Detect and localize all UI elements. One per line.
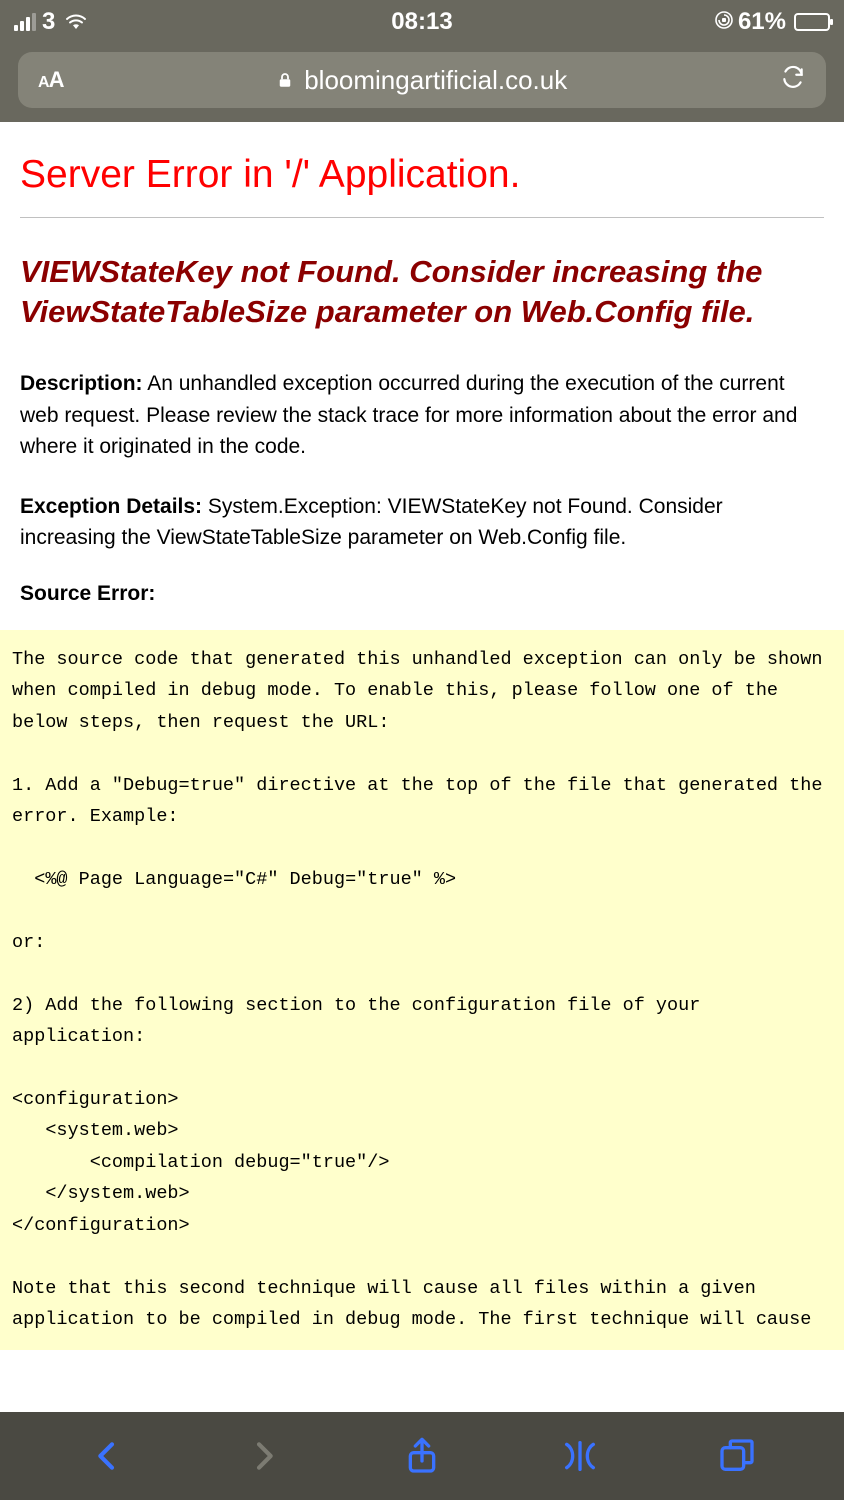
lock-icon bbox=[276, 65, 294, 96]
exception-label: Exception Details: bbox=[20, 495, 202, 518]
reload-button[interactable] bbox=[780, 65, 806, 96]
battery-pct: 61% bbox=[738, 8, 786, 36]
signal-icon bbox=[14, 13, 36, 31]
error-title: Server Error in '/' Application. bbox=[20, 152, 824, 199]
browser-chrome: AA bloomingartificial.co.uk bbox=[0, 44, 844, 122]
bookmarks-button[interactable] bbox=[560, 1436, 600, 1476]
status-left: 3 bbox=[14, 8, 87, 36]
description-label: Description: bbox=[20, 372, 143, 395]
back-button[interactable] bbox=[87, 1436, 127, 1476]
status-bar: 3 08:13 61% bbox=[0, 0, 844, 44]
error-subtitle: VIEWStateKey not Found. Consider increas… bbox=[20, 252, 824, 333]
battery-icon bbox=[794, 13, 830, 31]
wifi-icon bbox=[65, 8, 87, 36]
url-display[interactable]: bloomingartificial.co.uk bbox=[63, 65, 780, 96]
address-bar[interactable]: AA bloomingartificial.co.uk bbox=[18, 52, 826, 108]
divider bbox=[20, 217, 824, 218]
page-content[interactable]: Server Error in '/' Application. VIEWSta… bbox=[0, 122, 844, 1412]
tabs-button[interactable] bbox=[717, 1436, 757, 1476]
exception-paragraph: Exception Details: System.Exception: VIE… bbox=[20, 491, 824, 554]
share-button[interactable] bbox=[402, 1436, 442, 1476]
clock: 08:13 bbox=[391, 8, 452, 36]
source-code-block: The source code that generated this unha… bbox=[0, 630, 844, 1350]
status-right: 61% bbox=[714, 8, 830, 36]
source-error-label: Source Error: bbox=[20, 582, 824, 606]
rotation-lock-icon bbox=[714, 10, 734, 35]
domain-text: bloomingartificial.co.uk bbox=[304, 65, 567, 96]
forward-button[interactable] bbox=[244, 1436, 284, 1476]
carrier-label: 3 bbox=[42, 8, 55, 36]
browser-toolbar bbox=[0, 1412, 844, 1500]
description-paragraph: Description: An unhandled exception occu… bbox=[20, 368, 824, 463]
text-size-button[interactable]: AA bbox=[38, 67, 63, 93]
